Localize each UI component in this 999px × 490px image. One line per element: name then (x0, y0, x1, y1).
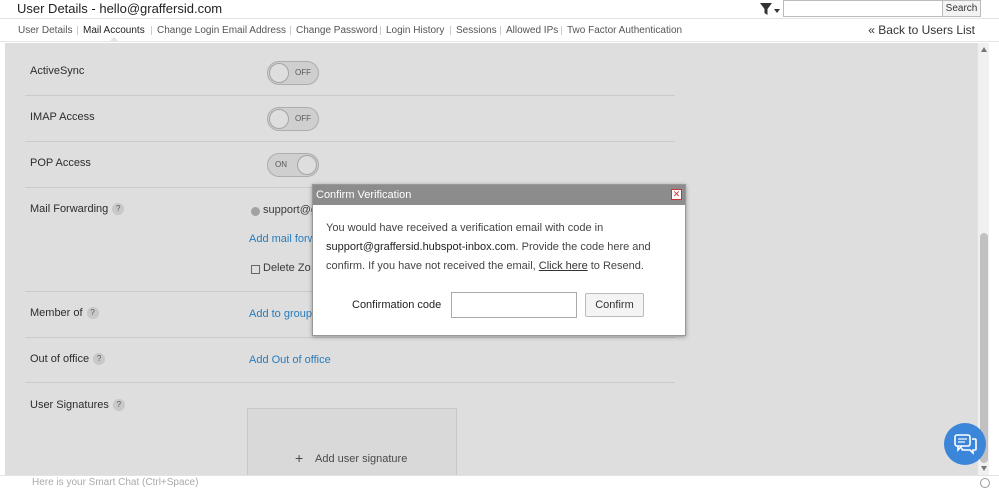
tab-change-password[interactable]: Change Password (296, 25, 378, 36)
tab-sessions[interactable]: Sessions (456, 25, 497, 36)
verification-message: You would have received a verification e… (326, 219, 666, 276)
scroll-down-arrow-icon[interactable] (981, 466, 987, 471)
page-title: User Details - hello@graffersid.com (17, 1, 223, 16)
back-to-users-link[interactable]: « Back to Users List (868, 23, 975, 37)
title-bar: User Details - hello@graffersid.com Sear… (0, 0, 999, 19)
chat-support-button[interactable] (944, 423, 986, 465)
close-icon[interactable]: ✕ (671, 189, 682, 200)
tab-two-factor-authentication[interactable]: Two Factor Authentication (567, 25, 682, 36)
scroll-up-arrow-icon[interactable] (981, 47, 987, 52)
dialog-header: Confirm Verification ✕ (313, 185, 685, 205)
tab-separator (77, 26, 78, 35)
dialog-title: Confirm Verification (316, 189, 412, 201)
smart-chat-placeholder: Here is your Smart Chat (Ctrl+Space) (32, 477, 199, 488)
smart-chat-ring-icon[interactable] (980, 478, 990, 488)
search-button[interactable]: Search (942, 0, 981, 17)
scrollbar[interactable] (977, 43, 989, 475)
message-text: to Resend. (587, 260, 644, 272)
active-tab-caret (110, 37, 118, 41)
tab-separator (380, 26, 381, 35)
tab-nav: User Details Mail Accounts Change Login … (0, 20, 999, 42)
tab-separator (450, 26, 451, 35)
tab-separator (151, 26, 152, 35)
tab-mail-accounts[interactable]: Mail Accounts (83, 25, 145, 36)
tab-change-login-email[interactable]: Change Login Email Address (157, 25, 286, 36)
smart-chat-bar[interactable]: Here is your Smart Chat (Ctrl+Space) (0, 475, 999, 490)
tab-user-details[interactable]: User Details (18, 25, 72, 36)
verification-email: support@graffersid.hubspot-inbox.com (326, 241, 516, 253)
tab-login-history[interactable]: Login History (386, 25, 444, 36)
message-text: You would have received a verification e… (326, 222, 604, 234)
resend-link[interactable]: Click here (539, 260, 588, 272)
confirmation-code-input[interactable] (451, 292, 577, 318)
tab-separator (561, 26, 562, 35)
search-input[interactable] (783, 0, 943, 17)
filter-icon[interactable] (759, 2, 781, 16)
confirm-button[interactable]: Confirm (585, 293, 644, 317)
tab-separator (290, 26, 291, 35)
dialog-body: You would have received a verification e… (316, 205, 682, 333)
confirm-verification-dialog: Confirm Verification ✕ You would have re… (312, 184, 686, 336)
chat-icon (954, 434, 977, 455)
confirmation-code-label: Confirmation code (352, 299, 442, 311)
tab-separator (500, 26, 501, 35)
tab-allowed-ips[interactable]: Allowed IPs (506, 25, 558, 36)
